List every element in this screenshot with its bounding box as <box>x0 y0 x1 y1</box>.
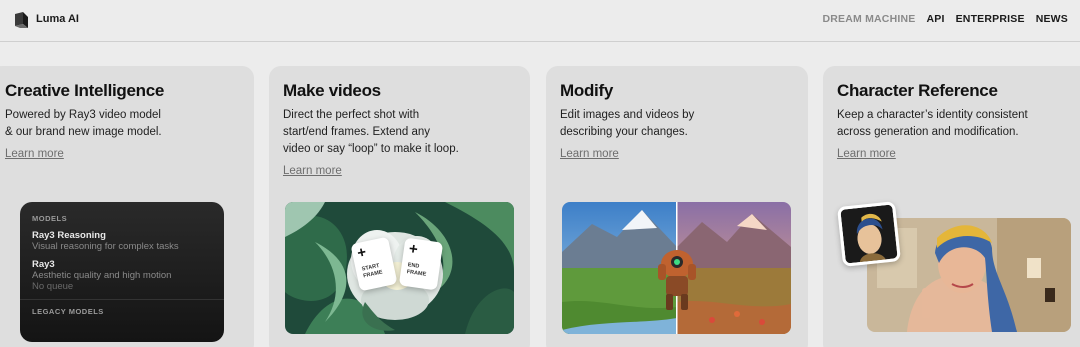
card-description-line: across generation and modification. <box>837 126 1019 138</box>
model-name: Ray3 <box>32 259 55 270</box>
model-option-ray3-reasoning[interactable]: Ray3 Reasoning Visual reasoning for comp… <box>32 230 212 252</box>
model-name: Ray3 Reasoning <box>32 230 106 241</box>
card-description-line: start/end frames. Extend any <box>283 126 431 138</box>
model-description: Aesthetic quality and high motion <box>32 270 172 281</box>
card-modify: Modify Edit images and videos by describ… <box>546 66 808 347</box>
learn-more-link[interactable]: Learn more <box>283 165 342 177</box>
reference-painting-image <box>840 204 898 264</box>
plus-icon: + <box>355 243 368 263</box>
model-option-ray3[interactable]: Ray3 Aesthetic quality and high motion N… <box>32 259 212 292</box>
modify-comparison-preview[interactable] <box>562 202 791 334</box>
card-description-line: video or say “loop” to make it loop. <box>283 143 459 155</box>
brand-name[interactable]: Luma AI <box>36 13 79 25</box>
flower-painting-image <box>285 202 514 334</box>
card-description-line: Direct the perfect shot with <box>283 109 420 121</box>
frame-label: START FRAME <box>361 262 384 280</box>
plus-icon: + <box>407 240 419 259</box>
main-nav: DREAM MACHINE API ENTERPRISE NEWS <box>822 13 1068 25</box>
learn-more-link[interactable]: Learn more <box>5 148 64 160</box>
luma-logo-icon[interactable] <box>12 11 30 29</box>
top-navigation-bar: Luma AI DREAM MACHINE API ENTERPRISE NEW… <box>0 0 1080 42</box>
landscape-robot-image <box>562 202 791 334</box>
panel-divider <box>20 299 224 300</box>
model-description: Visual reasoning for complex tasks <box>32 241 179 252</box>
nav-link-dream-machine[interactable]: DREAM MACHINE <box>822 13 915 25</box>
models-panel: MODELS Ray3 Reasoning Visual reasoning f… <box>20 202 224 342</box>
nav-link-enterprise[interactable]: ENTERPRISE <box>956 13 1025 25</box>
card-description-line: Powered by Ray3 video model <box>5 109 161 121</box>
card-title: Modify <box>560 81 613 100</box>
card-description-line: describing your changes. <box>560 126 688 138</box>
learn-more-link[interactable]: Learn more <box>837 148 896 160</box>
card-description-line: & our brand new image model. <box>5 126 162 138</box>
card-title: Character Reference <box>837 81 998 100</box>
end-frame-card[interactable]: + END FRAME <box>398 237 444 291</box>
nav-link-api[interactable]: API <box>926 13 944 25</box>
frame-label: END FRAME <box>406 262 427 278</box>
card-title: Make videos <box>283 81 381 100</box>
learn-more-link[interactable]: Learn more <box>560 148 619 160</box>
flower-video-preview[interactable]: + START FRAME + END FRAME <box>285 202 514 334</box>
card-character-reference: Character Reference Keep a character’s i… <box>823 66 1080 347</box>
card-make-videos: Make videos Direct the perfect shot with… <box>269 66 530 347</box>
character-reference-thumbnail[interactable] <box>837 201 901 267</box>
legacy-models-section-label[interactable]: LEGACY MODELS <box>32 307 212 316</box>
card-title: Creative Intelligence <box>5 81 165 100</box>
models-section-label: MODELS <box>32 214 68 223</box>
card-description-line: Keep a character’s identity consistent <box>837 109 1028 121</box>
nav-link-news[interactable]: NEWS <box>1036 13 1068 25</box>
card-creative-intelligence: Creative Intelligence Powered by Ray3 vi… <box>0 66 254 347</box>
model-queue-status: No queue <box>32 281 74 292</box>
card-description-line: Edit images and videos by <box>560 109 695 121</box>
